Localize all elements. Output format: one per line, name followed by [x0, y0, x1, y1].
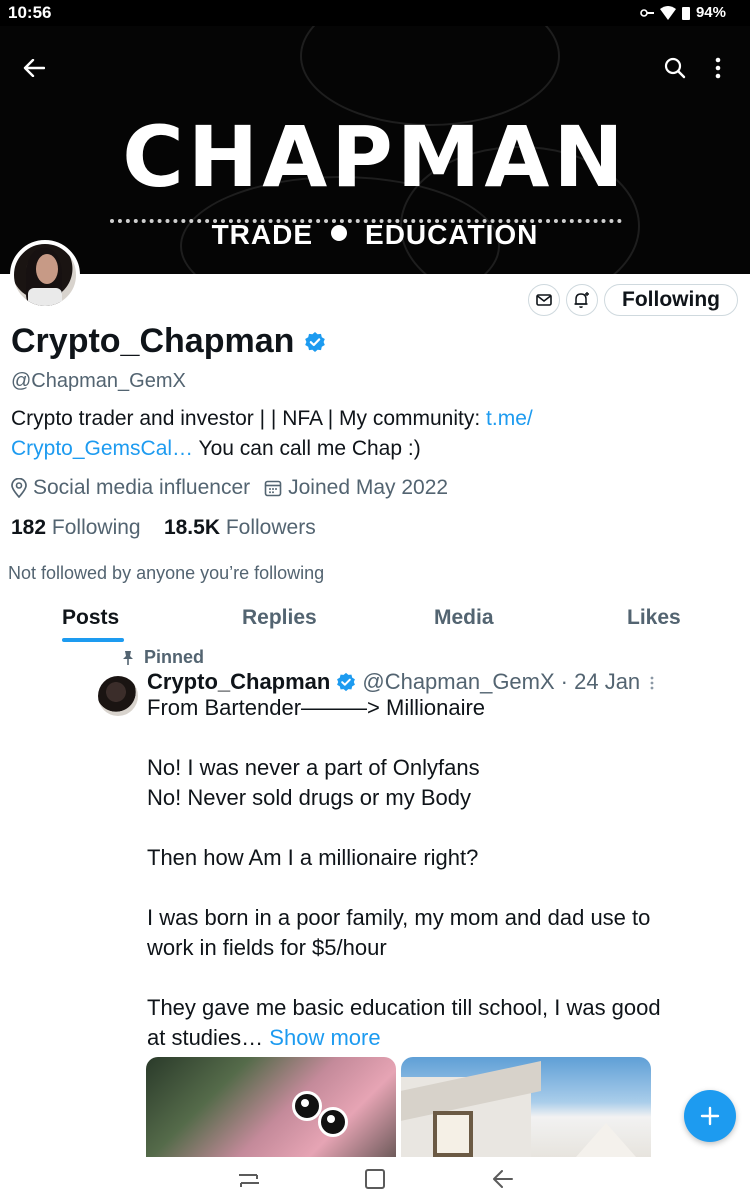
pin-icon: [123, 650, 133, 665]
notifications-button[interactable]: [566, 284, 598, 316]
active-tab-indicator: [62, 638, 124, 642]
location-text: Social media influencer: [33, 476, 251, 499]
not-followed-note: Not followed by anyone you’re following: [8, 563, 325, 583]
calendar-icon: [264, 480, 282, 497]
image-house: [401, 1061, 541, 1157]
tab-replies[interactable]: Replies: [242, 606, 317, 630]
following-label: Following: [51, 516, 141, 539]
battery-icon: [681, 6, 690, 20]
post-paragraph: I was born in a poor family, my mom and …: [147, 905, 651, 960]
location-pin-icon: [11, 478, 27, 498]
recent-apps-icon[interactable]: [237, 1167, 261, 1191]
back-button[interactable]: [14, 48, 54, 88]
bell-plus-icon: [574, 292, 589, 308]
verified-badge-icon: [305, 331, 326, 352]
home-icon[interactable]: [363, 1167, 387, 1191]
following-stat[interactable]: 182 Following: [11, 516, 141, 539]
image-tent: [576, 1123, 636, 1157]
vpn-key-icon: [640, 8, 654, 17]
post-author-name[interactable]: Crypto_Chapman: [147, 669, 330, 695]
profile-avatar[interactable]: [10, 240, 80, 310]
display-name-text: Crypto_Chapman: [11, 322, 295, 360]
post-paragraph: Then how Am I a millionaire right?: [147, 845, 479, 870]
profile-meta: Social media influencer Joined May 2022: [11, 476, 454, 500]
system-navigation-bar: [0, 1157, 750, 1200]
post-paragraph: No! I was never a part of Onlyfans No! N…: [147, 755, 480, 810]
post-header: Crypto_Chapman @Chapman_GemX · 24 Jan: [147, 669, 640, 695]
profile-bio: Crypto trader and investor | | NFA | My …: [11, 404, 711, 464]
banner-subtitle-right: EDUCATION: [365, 219, 539, 250]
bullet-dot: [331, 225, 348, 241]
system-back-icon[interactable]: [490, 1167, 514, 1191]
profile-banner[interactable]: CHAPMAN TRADE EDUCATION: [0, 26, 750, 274]
following-button[interactable]: Following: [604, 284, 738, 316]
avatar-shirt: [28, 288, 62, 306]
more-options-button[interactable]: [698, 48, 738, 88]
bio-text: Crypto trader and investor | | NFA | My …: [11, 407, 487, 430]
profile-tabs: Posts Replies Media Likes: [0, 600, 750, 644]
post-body[interactable]: From Bartender———> Millionaire No! I was…: [147, 693, 667, 1083]
image-sign: [433, 1111, 473, 1157]
profile-handle: @Chapman_GemX: [11, 370, 186, 392]
battery-level: 94%: [695, 4, 726, 21]
following-count: 182: [11, 516, 47, 539]
emoji-eye: [292, 1091, 322, 1121]
joined-text: Joined May 2022: [288, 476, 449, 499]
message-button[interactable]: [528, 284, 560, 316]
arrow-left-icon: [23, 59, 45, 77]
post-author-handle[interactable]: @Chapman_GemX: [362, 669, 554, 695]
plus-icon: [700, 1106, 720, 1126]
post-media-image[interactable]: [146, 1057, 396, 1157]
post-date: · 24 Jan: [560, 669, 641, 694]
banner-title: CHAPMAN: [122, 108, 628, 206]
tab-posts[interactable]: Posts: [62, 606, 119, 630]
wifi-icon: [659, 5, 676, 20]
more-vertical-icon: [715, 57, 721, 79]
followers-count: 18.5K: [163, 516, 220, 539]
compose-button[interactable]: [684, 1090, 736, 1142]
avatar-face: [36, 254, 58, 284]
pinned-text: Pinned: [144, 647, 205, 667]
status-icons: 94%: [640, 4, 726, 21]
profile-display-name: Crypto_Chapman: [11, 322, 326, 361]
envelope-icon: [536, 294, 552, 306]
status-bar: 10:56 94%: [0, 0, 750, 26]
banner-subtitle-left: TRADE: [211, 219, 314, 250]
followers-stat[interactable]: 18.5K Followers: [164, 516, 316, 539]
more-vertical-icon: [650, 676, 654, 690]
followers-label: Followers: [225, 516, 316, 539]
show-more-link[interactable]: Show more: [269, 1025, 380, 1050]
bio-suffix: You can call me Chap :): [193, 437, 421, 460]
post-paragraph-last: They gave me basic education till school…: [147, 993, 667, 1053]
verified-badge-icon: [337, 672, 356, 692]
post-media-image[interactable]: [401, 1057, 651, 1157]
search-icon: [664, 57, 686, 79]
tab-media[interactable]: Media: [434, 606, 494, 630]
post-more-button[interactable]: [650, 676, 654, 690]
post-paragraph-text: They gave me basic education till school…: [147, 995, 661, 1050]
tab-likes[interactable]: Likes: [627, 606, 681, 630]
banner-subtitle: TRADE EDUCATION: [0, 219, 750, 251]
profile-stats: 182 Following 18.5K Followers: [11, 516, 316, 540]
search-button[interactable]: [655, 48, 695, 88]
joined-item: Joined May 2022: [264, 476, 448, 500]
location-item: Social media influencer: [11, 476, 250, 500]
pinned-label: Pinned: [122, 647, 204, 668]
status-time: 10:56: [8, 3, 52, 22]
post-author-avatar[interactable]: [98, 676, 138, 716]
emoji-eye: [318, 1107, 348, 1137]
post-paragraph: From Bartender———> Millionaire: [147, 695, 486, 720]
